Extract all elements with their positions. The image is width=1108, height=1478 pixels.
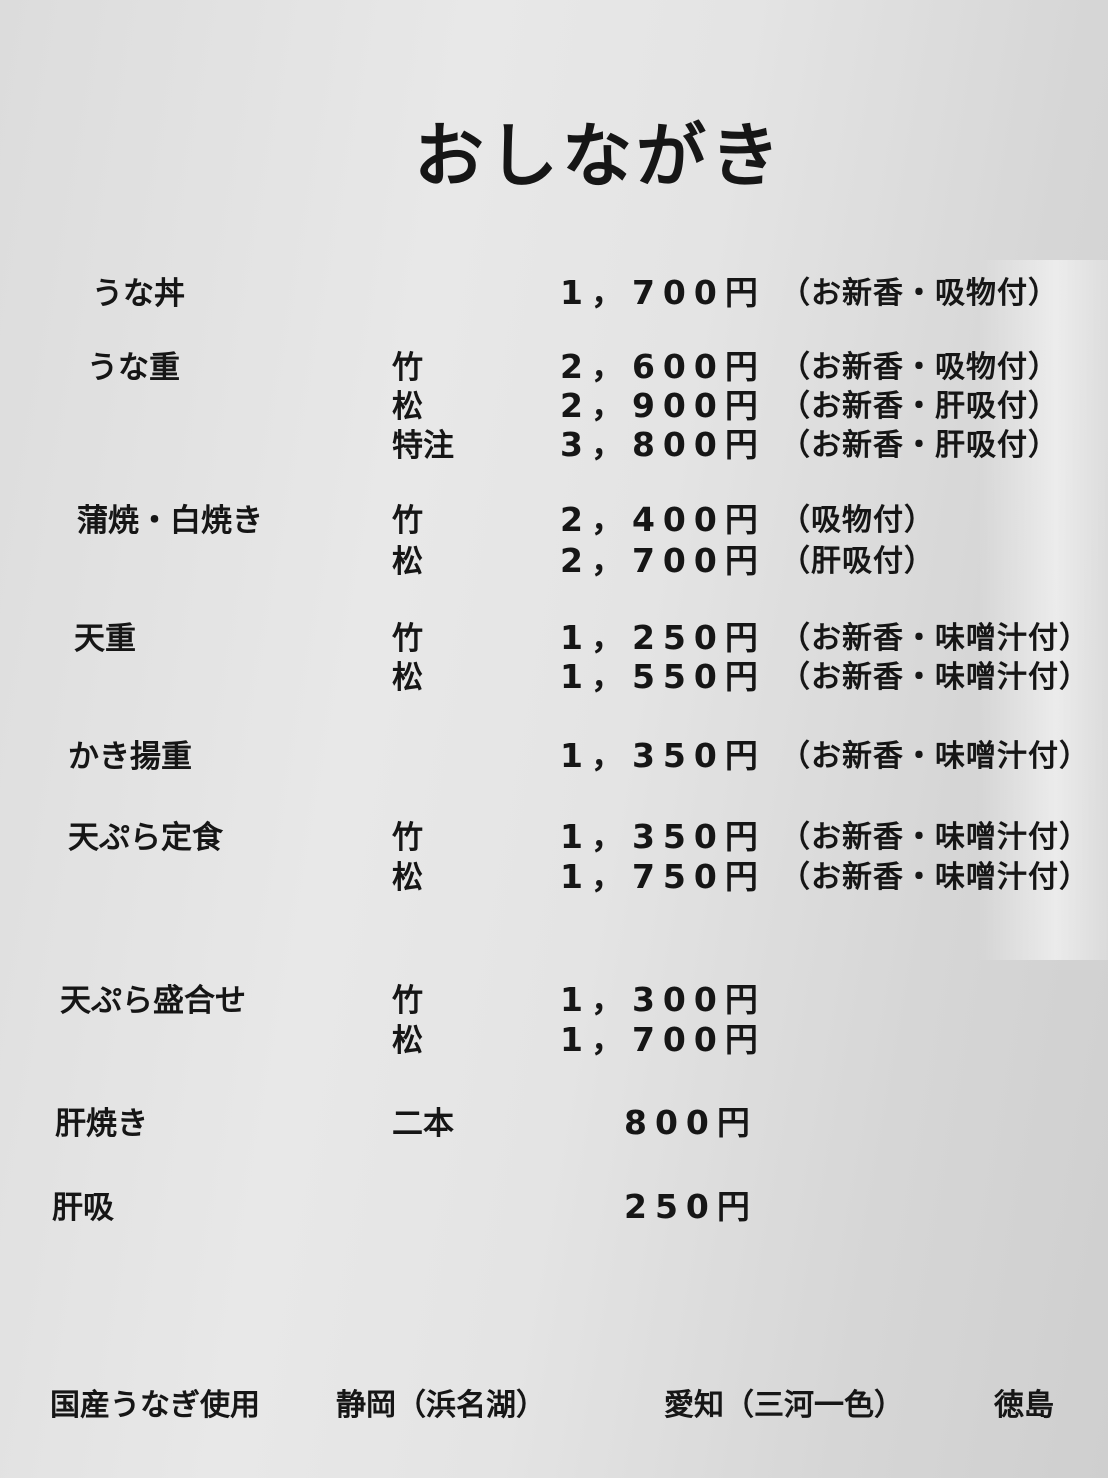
menu-item-note: （吸物付） [780,503,935,538]
menu-item-note: （お新香・肝吸付） [780,389,1059,424]
menu-item-price: 1，700円 [560,1020,766,1059]
menu-item-grade: 松 [392,544,423,580]
menu-item-grade: 松 [392,860,423,896]
footer-origin-shizuoka: 静岡（浜名湖） [336,1388,546,1423]
menu-item-grade: 二本 [392,1106,454,1142]
footer-origin-aichi: 愛知（三河一色） [664,1388,904,1423]
menu-item-grade: 竹 [392,503,423,539]
menu-item-name: かき揚重 [68,739,192,775]
menu-item-name: 天ぷら盛合せ [60,983,246,1019]
menu-item-price: 1，350円 [560,736,766,775]
menu-item-name: うな重 [87,350,180,386]
menu-item-price: 1，750円 [560,857,766,896]
menu-item-price: 250円 [624,1187,758,1226]
menu-item-name: 天ぷら定食 [68,820,223,856]
menu-item-grade: 松 [392,660,423,696]
menu-item-price: 2，700円 [560,541,766,580]
menu-item-grade: 竹 [392,820,423,856]
menu-item-note: （お新香・吸物付） [780,350,1059,385]
menu-item-price: 1，700円 [560,273,766,312]
menu-item-note: （お新香・味噌汁付） [780,820,1090,855]
menu-item-grade: 特注 [392,428,454,464]
menu-item-note: （お新香・吸物付） [780,276,1059,311]
menu-item-name: 肝焼き [55,1106,148,1142]
footer-origin-tokushima: 徳島 [994,1388,1054,1423]
footer-label: 国産うなぎ使用 [50,1388,260,1423]
menu-item-note: （お新香・味噌汁付） [780,621,1090,656]
menu-item-price: 3，800円 [560,425,766,464]
page-title: おしながき [414,115,784,197]
menu-item-grade: 竹 [392,983,423,1019]
menu-item-price: 800円 [624,1103,758,1142]
menu-sheet: おしながき うな丼 1，700円 （お新香・吸物付） うな重竹 2，600円 （お新香・吸… [0,0,1108,1478]
menu-item-note: （お新香・味噌汁付） [780,860,1090,895]
menu-item-name: 肝吸 [52,1190,114,1226]
menu-item-name: うな丼 [92,276,185,312]
menu-item-grade: 松 [392,1023,423,1059]
menu-item-name: 蒲焼・白焼き [77,503,263,539]
menu-item-note: （肝吸付） [780,544,935,579]
menu-item-price: 1，550円 [560,657,766,696]
menu-item-note: （お新香・味噌汁付） [780,660,1090,695]
menu-item-name: 天重 [74,621,136,657]
menu-item-note: （お新香・肝吸付） [780,428,1059,463]
menu-item-note: （お新香・味噌汁付） [780,739,1090,774]
